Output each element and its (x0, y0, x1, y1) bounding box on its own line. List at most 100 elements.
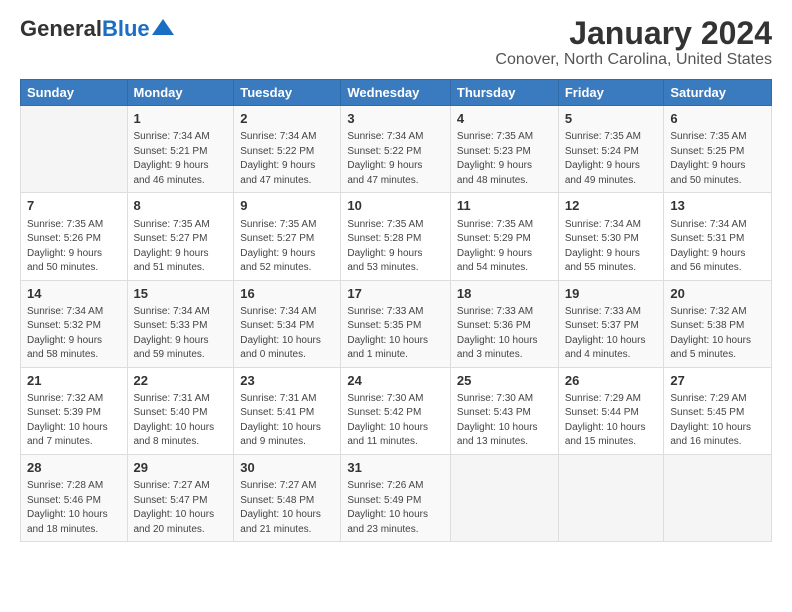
calendar-cell: 2 Sunrise: 7:34 AM Sunset: 5:22 PM Daylig… (234, 106, 341, 193)
calendar-cell: 11 Sunrise: 7:35 AM Sunset: 5:29 PM Dayli… (450, 193, 558, 280)
day-number: 4 (457, 110, 552, 128)
day-info: Sunrise: 7:35 AM Sunset: 5:25 PM Dayligh… (670, 130, 765, 188)
day-number: 23 (240, 372, 334, 390)
calendar-cell: 12 Sunrise: 7:34 AM Sunset: 5:30 PM Dayli… (558, 193, 664, 280)
day-number: 17 (347, 285, 444, 303)
calendar-cell (558, 454, 664, 541)
day-number: 19 (565, 285, 658, 303)
day-number: 10 (347, 197, 444, 215)
column-header-saturday: Saturday (664, 80, 772, 106)
day-info: Sunrise: 7:34 AM Sunset: 5:31 PM Dayligh… (670, 218, 765, 276)
day-info: Sunrise: 7:31 AM Sunset: 5:40 PM Dayligh… (134, 392, 228, 450)
calendar-cell: 3 Sunrise: 7:34 AM Sunset: 5:22 PM Daylig… (341, 106, 451, 193)
day-info: Sunrise: 7:32 AM Sunset: 5:39 PM Dayligh… (27, 392, 121, 450)
day-info: Sunrise: 7:34 AM Sunset: 5:33 PM Dayligh… (134, 305, 228, 363)
week-row-5: 28Sunrise: 7:28 AM Sunset: 5:46 PM Dayli… (21, 454, 772, 541)
day-info: Sunrise: 7:35 AM Sunset: 5:24 PM Dayligh… (565, 130, 658, 188)
day-info: Sunrise: 7:32 AM Sunset: 5:38 PM Dayligh… (670, 305, 765, 363)
day-info: Sunrise: 7:27 AM Sunset: 5:48 PM Dayligh… (240, 479, 334, 537)
day-info: Sunrise: 7:31 AM Sunset: 5:41 PM Dayligh… (240, 392, 334, 450)
calendar-cell: 8 Sunrise: 7:35 AM Sunset: 5:27 PM Daylig… (127, 193, 234, 280)
page-subtitle: Conover, North Carolina, United States (495, 51, 772, 69)
week-row-2: 7 Sunrise: 7:35 AM Sunset: 5:26 PM Daylig… (21, 193, 772, 280)
calendar-cell: 14Sunrise: 7:34 AM Sunset: 5:32 PM Dayli… (21, 280, 128, 367)
calendar-cell: 17 Sunrise: 7:33 AM Sunset: 5:35 PM Dayli… (341, 280, 451, 367)
calendar-cell: 29Sunrise: 7:27 AM Sunset: 5:47 PM Dayli… (127, 454, 234, 541)
day-number: 26 (565, 372, 658, 390)
day-info: Sunrise: 7:34 AM Sunset: 5:22 PM Dayligh… (240, 130, 334, 188)
day-info: Sunrise: 7:35 AM Sunset: 5:29 PM Dayligh… (457, 218, 552, 276)
page: General Blue January 2024 Conover, North… (0, 0, 792, 552)
day-info: Sunrise: 7:30 AM Sunset: 5:42 PM Dayligh… (347, 392, 444, 450)
day-info: Sunrise: 7:34 AM Sunset: 5:22 PM Dayligh… (347, 130, 444, 188)
day-info: Sunrise: 7:34 AM Sunset: 5:21 PM Dayligh… (134, 130, 228, 188)
day-info: Sunrise: 7:35 AM Sunset: 5:23 PM Dayligh… (457, 130, 552, 188)
day-number: 11 (457, 197, 552, 215)
calendar-cell: 18Sunrise: 7:33 AM Sunset: 5:36 PM Dayli… (450, 280, 558, 367)
day-info: Sunrise: 7:33 AM Sunset: 5:35 PM Dayligh… (347, 305, 444, 363)
day-info: Sunrise: 7:33 AM Sunset: 5:36 PM Dayligh… (457, 305, 552, 363)
day-number: 12 (565, 197, 658, 215)
day-info: Sunrise: 7:35 AM Sunset: 5:27 PM Dayligh… (134, 218, 228, 276)
day-number: 15 (134, 285, 228, 303)
calendar-cell: 20 Sunrise: 7:32 AM Sunset: 5:38 PM Dayli… (664, 280, 772, 367)
calendar-cell (664, 454, 772, 541)
day-number: 5 (565, 110, 658, 128)
calendar-cell: 27Sunrise: 7:29 AM Sunset: 5:45 PM Dayli… (664, 367, 772, 454)
calendar-cell: 1 Sunrise: 7:34 AM Sunset: 5:21 PM Daylig… (127, 106, 234, 193)
day-info: Sunrise: 7:26 AM Sunset: 5:49 PM Dayligh… (347, 479, 444, 537)
day-info: Sunrise: 7:35 AM Sunset: 5:26 PM Dayligh… (27, 218, 121, 276)
day-number: 13 (670, 197, 765, 215)
week-row-4: 21 Sunrise: 7:32 AM Sunset: 5:39 PM Dayli… (21, 367, 772, 454)
day-number: 9 (240, 197, 334, 215)
calendar-cell: 30Sunrise: 7:27 AM Sunset: 5:48 PM Dayli… (234, 454, 341, 541)
calendar-cell: 9Sunrise: 7:35 AM Sunset: 5:27 PM Daylig… (234, 193, 341, 280)
calendar-cell: 24 Sunrise: 7:30 AM Sunset: 5:42 PM Dayli… (341, 367, 451, 454)
day-number: 22 (134, 372, 228, 390)
calendar-cell (450, 454, 558, 541)
day-number: 1 (134, 110, 228, 128)
calendar-cell: 21 Sunrise: 7:32 AM Sunset: 5:39 PM Dayli… (21, 367, 128, 454)
day-info: Sunrise: 7:34 AM Sunset: 5:34 PM Dayligh… (240, 305, 334, 363)
day-number: 6 (670, 110, 765, 128)
calendar-cell: 19 Sunrise: 7:33 AM Sunset: 5:37 PM Dayli… (558, 280, 664, 367)
day-info: Sunrise: 7:35 AM Sunset: 5:28 PM Dayligh… (347, 218, 444, 276)
column-header-monday: Monday (127, 80, 234, 106)
calendar-cell: 31 Sunrise: 7:26 AM Sunset: 5:49 PM Dayli… (341, 454, 451, 541)
calendar-cell: 23 Sunrise: 7:31 AM Sunset: 5:41 PM Dayli… (234, 367, 341, 454)
calendar-cell: 4 Sunrise: 7:35 AM Sunset: 5:23 PM Daylig… (450, 106, 558, 193)
day-info: Sunrise: 7:27 AM Sunset: 5:47 PM Dayligh… (134, 479, 228, 537)
calendar-cell: 25 Sunrise: 7:30 AM Sunset: 5:43 PM Dayli… (450, 367, 558, 454)
day-number: 8 (134, 197, 228, 215)
calendar-cell: 10 Sunrise: 7:35 AM Sunset: 5:28 PM Dayli… (341, 193, 451, 280)
day-number: 24 (347, 372, 444, 390)
calendar-cell: 13 Sunrise: 7:34 AM Sunset: 5:31 PM Dayli… (664, 193, 772, 280)
day-number: 14 (27, 285, 121, 303)
day-number: 31 (347, 459, 444, 477)
calendar-cell: 5 Sunrise: 7:35 AM Sunset: 5:24 PM Daylig… (558, 106, 664, 193)
day-number: 3 (347, 110, 444, 128)
logo-blue: Blue (102, 16, 150, 42)
day-info: Sunrise: 7:29 AM Sunset: 5:45 PM Dayligh… (670, 392, 765, 450)
page-title: January 2024 (495, 16, 772, 51)
day-info: Sunrise: 7:34 AM Sunset: 5:30 PM Dayligh… (565, 218, 658, 276)
header: General Blue January 2024 Conover, North… (20, 16, 772, 69)
day-number: 2 (240, 110, 334, 128)
calendar-cell: 15 Sunrise: 7:34 AM Sunset: 5:33 PM Dayli… (127, 280, 234, 367)
logo-general: General (20, 16, 102, 42)
day-info: Sunrise: 7:33 AM Sunset: 5:37 PM Dayligh… (565, 305, 658, 363)
day-number: 7 (27, 197, 121, 215)
title-block: January 2024 Conover, North Carolina, Un… (495, 16, 772, 69)
column-header-tuesday: Tuesday (234, 80, 341, 106)
day-number: 21 (27, 372, 121, 390)
logo-icon (152, 19, 174, 35)
calendar-cell: 28Sunrise: 7:28 AM Sunset: 5:46 PM Dayli… (21, 454, 128, 541)
day-number: 25 (457, 372, 552, 390)
calendar-cell: 7 Sunrise: 7:35 AM Sunset: 5:26 PM Daylig… (21, 193, 128, 280)
calendar-table: SundayMondayTuesdayWednesdayThursdayFrid… (20, 79, 772, 542)
day-info: Sunrise: 7:29 AM Sunset: 5:44 PM Dayligh… (565, 392, 658, 450)
calendar-cell: 16Sunrise: 7:34 AM Sunset: 5:34 PM Dayli… (234, 280, 341, 367)
day-info: Sunrise: 7:30 AM Sunset: 5:43 PM Dayligh… (457, 392, 552, 450)
calendar-cell: 22 Sunrise: 7:31 AM Sunset: 5:40 PM Dayli… (127, 367, 234, 454)
day-number: 20 (670, 285, 765, 303)
